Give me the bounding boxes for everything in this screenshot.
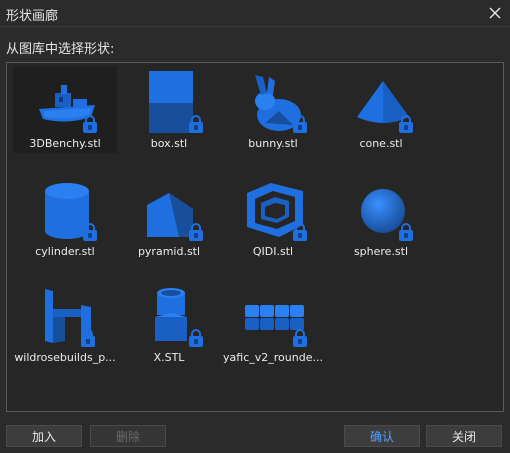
shape-gallery: 3DBenchy.stl box.stl bunny.stl cone.stl — [6, 62, 504, 412]
gallery-item-x[interactable]: X.STL — [117, 281, 221, 367]
lock-icon — [293, 223, 307, 241]
gallery-item-sphere[interactable]: sphere.stl — [329, 175, 433, 261]
lock-icon — [189, 329, 203, 347]
gallery-item-label: wildrosebuilds_p... — [14, 351, 116, 364]
gallery-item-label: yafic_v2_rounde... — [223, 351, 323, 364]
gallery-item-label: box.stl — [150, 137, 188, 150]
lock-icon — [293, 115, 307, 133]
gallery-item-cone[interactable]: cone.stl — [329, 67, 433, 153]
gallery-item-label: bunny.stl — [248, 137, 298, 150]
confirm-button[interactable]: 确认 — [344, 425, 420, 447]
close-button[interactable]: 关闭 — [426, 425, 502, 447]
gallery-item-pyramid[interactable]: pyramid.stl — [117, 175, 221, 261]
lock-icon — [189, 223, 203, 241]
gallery-item-wildrosebuilds[interactable]: wildrosebuilds_p... — [13, 281, 117, 367]
title-bar: 形状画廊 — [0, 0, 510, 27]
close-icon[interactable] — [484, 2, 506, 24]
delete-button[interactable]: 删除 — [90, 425, 166, 447]
gallery-item-box[interactable]: box.stl — [117, 67, 221, 153]
gallery-item-label: X.STL — [153, 351, 185, 364]
gallery-item-cylinder[interactable]: cylinder.stl — [13, 175, 117, 261]
lock-icon — [293, 329, 307, 347]
lock-icon — [83, 115, 97, 133]
lock-icon — [83, 223, 97, 241]
gallery-item-yafic[interactable]: yafic_v2_rounde... — [221, 281, 325, 367]
add-button[interactable]: 加入 — [6, 425, 82, 447]
gallery-item-bunny[interactable]: bunny.stl — [221, 67, 325, 153]
gallery-item-label: sphere.stl — [353, 245, 409, 258]
lock-icon — [189, 115, 203, 133]
lock-icon — [399, 223, 413, 241]
gallery-item-label: 3DBenchy.stl — [29, 137, 101, 150]
lock-icon — [399, 115, 413, 133]
gallery-item-label: pyramid.stl — [137, 245, 201, 258]
gallery-prompt: 从图库中选择形状: — [6, 42, 115, 57]
gallery-item-label: cone.stl — [359, 137, 403, 150]
gallery-item-label: cylinder.stl — [35, 245, 95, 258]
gallery-item-3dbenchy[interactable]: 3DBenchy.stl — [13, 67, 117, 153]
lock-icon — [81, 329, 95, 347]
window-title: 形状画廊 — [6, 9, 59, 24]
gallery-item-qidi[interactable]: QIDI.stl — [221, 175, 325, 261]
gallery-item-label: QIDI.stl — [252, 245, 294, 258]
